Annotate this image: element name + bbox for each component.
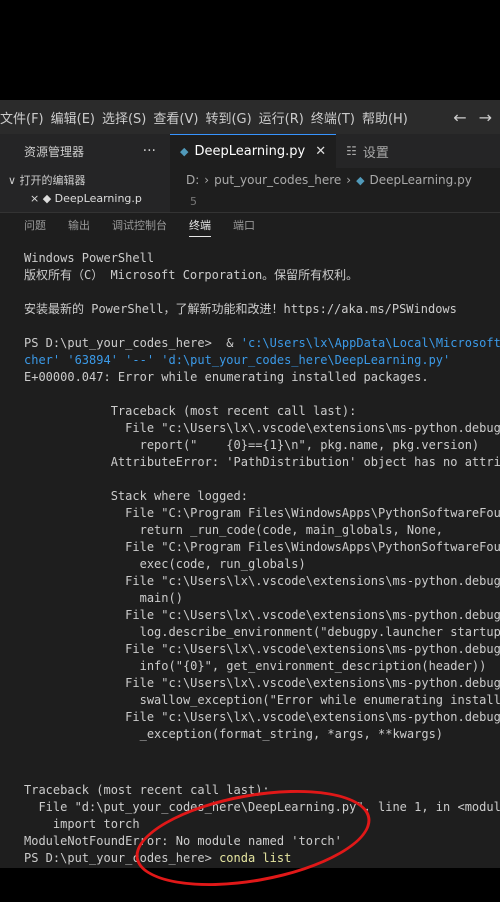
- menu-help[interactable]: 帮助(H): [362, 108, 415, 127]
- terminal-line: PS D:\put_your_codes_here> & 'c:\Users\l…: [24, 335, 500, 352]
- explorer-header: 资源管理器 ···: [0, 134, 170, 168]
- terminal-line: info("{0}", get_environment_description(…: [24, 658, 487, 675]
- terminal-line: main(): [24, 590, 183, 607]
- terminal-line: File "c:\Users\lx\.vscode\extensions\ms-…: [24, 709, 500, 726]
- breadcrumb: D: › put_your_codes_here › ◆ DeepLearnin…: [170, 168, 500, 192]
- tab-output[interactable]: 输出: [57, 213, 101, 239]
- terminal-line: report(" {0}=={1}\n", pkg.name, pkg.vers…: [24, 437, 480, 454]
- menu-terminal[interactable]: 终端(T): [311, 108, 362, 127]
- terminal-line: Traceback (most recent call last):: [24, 403, 357, 420]
- terminal-text: 安装最新的 PowerShell，了解新功能和改进！https://aka.ms…: [24, 302, 457, 316]
- python-file-icon: ◆: [180, 145, 189, 158]
- forward-arrow-icon[interactable]: →: [479, 108, 492, 127]
- terminal-text: Traceback (most recent call last):: [24, 783, 270, 797]
- terminal-line: swallow_exception("Error while enumerati…: [24, 692, 500, 709]
- terminal-text: File "c:\Users\lx\.vscode\extensions\ms-…: [24, 710, 500, 724]
- menu-selection[interactable]: 选择(S): [102, 108, 153, 127]
- open-editors-section: ∨ 打开的编辑器 × ◆ DeepLearning.p: [0, 168, 170, 212]
- terminal-text: File "c:\Users\lx\.vscode\extensions\ms-…: [24, 608, 500, 622]
- terminal-text: Stack where logged:: [24, 489, 248, 503]
- nav-arrows: ← →: [453, 100, 492, 134]
- terminal-path-text: 'c:\Users\lx\AppData\Local\Microsoft\Wi: [240, 336, 500, 350]
- terminal-text: main(): [24, 591, 183, 605]
- terminal-text: info("{0}", get_environment_description(…: [24, 659, 487, 673]
- terminal-line: File "c:\Users\lx\.vscode\extensions\ms-…: [24, 641, 500, 658]
- terminal-line: _exception(format_string, *args, **kwarg…: [24, 726, 443, 743]
- terminal-line: File "c:\Users\lx\.vscode\extensions\ms-…: [24, 420, 500, 437]
- editor-tab-bar: ◆ DeepLearning.py ✕ ☷ 设置: [170, 134, 500, 168]
- terminal-text: File "c:\Users\lx\.vscode\extensions\ms-…: [24, 421, 500, 435]
- terminal-text: _exception(format_string, *args, **kwarg…: [24, 727, 444, 741]
- open-editors-label[interactable]: ∨ 打开的编辑器: [8, 172, 86, 188]
- terminal-line: return _run_code(code, main_globals, Non…: [24, 522, 443, 539]
- terminal-text: 版权所有（C） Microsoft Corporation。保留所有权利。: [24, 268, 359, 282]
- tab-label: DeepLearning.py: [194, 144, 306, 159]
- menu-go[interactable]: 转到(G): [205, 108, 258, 127]
- terminal-text: File "c:\Users\lx\.vscode\extensions\ms-…: [24, 642, 500, 656]
- back-arrow-icon[interactable]: ←: [453, 108, 466, 127]
- breadcrumb-folder[interactable]: put_your_codes_here: [214, 173, 341, 187]
- terminal-line: File "C:\Program Files\WindowsApps\Pytho…: [24, 505, 500, 522]
- terminal-text: return _run_code(code, main_globals, Non…: [24, 523, 444, 537]
- tab-settings-label: 设置: [362, 145, 389, 161]
- screen-bezel: [0, 0, 500, 100]
- terminal-text: PS D:\put_your_codes_here> &: [24, 336, 241, 350]
- terminal-line: import torch: [24, 816, 140, 833]
- explorer-title: 资源管理器: [24, 144, 85, 159]
- terminal-text: import torch: [24, 817, 140, 831]
- terminal-line: File "c:\Users\lx\.vscode\extensions\ms-…: [24, 573, 500, 590]
- breadcrumb-drive[interactable]: D:: [186, 173, 199, 187]
- terminal-text: File "c:\Users\lx\.vscode\extensions\ms-…: [24, 676, 500, 690]
- tab-ports[interactable]: 端口: [222, 213, 266, 239]
- panel-tabs: 问题 输出 调试控制台 终端 端口: [0, 212, 500, 239]
- tab-settings[interactable]: ☷ 设置: [336, 134, 399, 168]
- terminal-text: swallow_exception("Error while enumerati…: [24, 693, 500, 707]
- chevron-right-icon: ›: [204, 173, 210, 187]
- terminal-text: report(" {0}=={1}\n", pkg.name, pkg.vers…: [24, 438, 480, 452]
- close-icon[interactable]: ✕: [315, 144, 326, 159]
- terminal-text: Traceback (most recent call last):: [24, 404, 357, 418]
- terminal-text: File "c:\Users\lx\.vscode\extensions\ms-…: [24, 574, 500, 588]
- terminal-line: cher' '63894' '--' 'd:\put_your_codes_he…: [24, 352, 450, 369]
- chevron-right-icon: ›: [346, 173, 352, 187]
- terminal-line: File "c:\Users\lx\.vscode\extensions\ms-…: [24, 607, 500, 624]
- terminal-text: File "C:\Program Files\WindowsApps\Pytho…: [24, 540, 500, 554]
- menu-view[interactable]: 查看(V): [153, 108, 205, 127]
- tab-problems[interactable]: 问题: [0, 213, 57, 239]
- terminal-path-text: cher' '63894' '--' 'd:\put_your_codes_he…: [24, 353, 451, 367]
- terminal-line: 安装最新的 PowerShell，了解新功能和改进！https://aka.ms…: [24, 301, 457, 318]
- terminal-text: Windows PowerShell: [24, 251, 155, 265]
- menu-bar: 文件(F) 编辑(E) 选择(S) 查看(V) 转到(G) 运行(R) 终端(T…: [0, 100, 500, 134]
- terminal-line: Windows PowerShell: [24, 250, 154, 267]
- terminal-line: File "c:\Users\lx\.vscode\extensions\ms-…: [24, 675, 500, 692]
- terminal-line: Stack where logged:: [24, 488, 248, 505]
- terminal-text: exec(code, run_globals): [24, 557, 306, 571]
- settings-icon: ☷: [346, 144, 357, 158]
- terminal-line: File "C:\Program Files\WindowsApps\Pytho…: [24, 539, 500, 556]
- more-actions-icon[interactable]: ···: [143, 143, 156, 159]
- breadcrumb-file[interactable]: DeepLearning.py: [370, 173, 472, 187]
- terminal-line: E+00000.047: Error while enumerating ins…: [24, 369, 429, 386]
- terminal-text: File "C:\Program Files\WindowsApps\Pytho…: [24, 506, 500, 520]
- terminal-line: 版权所有（C） Microsoft Corporation。保留所有权利。: [24, 267, 358, 284]
- tab-terminal[interactable]: 终端: [178, 213, 222, 239]
- terminal-line: log.describe_environment("debugpy.launch…: [24, 624, 500, 641]
- terminal-output[interactable]: Windows PowerShell 版权所有（C） Microsoft Corp…: [0, 238, 500, 868]
- python-file-icon: ◆: [356, 173, 365, 187]
- tab-debug-console[interactable]: 调试控制台: [101, 213, 178, 239]
- terminal-text: log.describe_environment("debugpy.launch…: [24, 625, 500, 639]
- line-number: 5: [170, 192, 500, 212]
- menu-file[interactable]: 文件(F): [0, 108, 51, 127]
- tab-deeplearning[interactable]: ◆ DeepLearning.py ✕: [170, 134, 337, 168]
- terminal-text: AttributeError: 'PathDistribution' objec…: [24, 455, 500, 469]
- terminal-line: exec(code, run_globals): [24, 556, 306, 573]
- menu-edit[interactable]: 编辑(E): [51, 108, 102, 127]
- open-editor-item[interactable]: × ◆ DeepLearning.p: [30, 192, 170, 206]
- terminal-line: AttributeError: 'PathDistribution' objec…: [24, 454, 500, 471]
- menu-run[interactable]: 运行(R): [259, 108, 311, 127]
- terminal-text: E+00000.047: Error while enumerating ins…: [24, 370, 429, 384]
